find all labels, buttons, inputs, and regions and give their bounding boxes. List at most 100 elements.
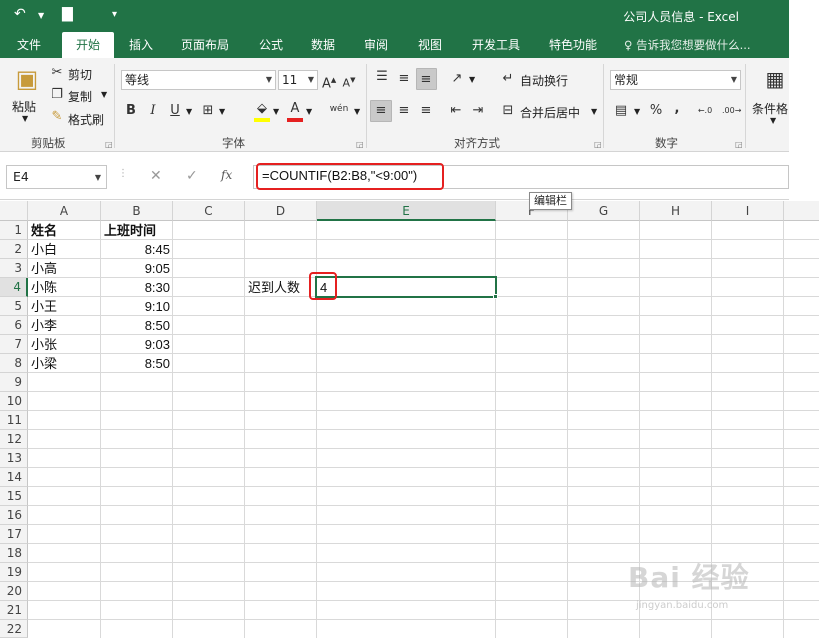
conditional-formatting-dropdown-icon[interactable]: ▼ [770, 116, 776, 125]
copy-dropdown-icon[interactable]: ▼ [101, 90, 107, 99]
fill-color-dropdown-icon[interactable]: ▼ [273, 107, 279, 116]
clipboard-launcher-icon[interactable]: ◲ [105, 140, 113, 149]
decrease-indent-icon[interactable]: ⇤ [448, 102, 464, 120]
cell-b5[interactable]: 9:10 [101, 297, 170, 316]
tab-formulas[interactable]: 公式 [250, 32, 292, 58]
column-header-b[interactable]: B [101, 201, 173, 221]
row-header-9[interactable]: 9 [0, 373, 28, 392]
formula-bar-splitter-icon[interactable]: ⋮ [118, 168, 128, 179]
cell-a5[interactable]: 小王 [31, 297, 57, 316]
grow-font-icon[interactable]: A▲ [322, 71, 336, 93]
orientation-icon[interactable]: ↗ [448, 70, 466, 88]
tab-data[interactable]: 数据 [302, 32, 344, 58]
cell-b4[interactable]: 8:30 [101, 278, 170, 297]
tab-special[interactable]: 特色功能 [540, 32, 606, 58]
orientation-dropdown-icon[interactable]: ▼ [469, 75, 475, 84]
font-color-dropdown-icon[interactable]: ▼ [306, 107, 312, 116]
currency-icon[interactable]: ▤ [612, 102, 630, 120]
increase-indent-icon[interactable]: ⇥ [470, 102, 486, 120]
undo-dropdown-icon[interactable]: ▼ [38, 11, 44, 20]
copy-button[interactable]: 复制 [68, 88, 92, 105]
save-icon[interactable]: ▇ [62, 6, 73, 22]
borders-icon[interactable]: ⊞ [200, 102, 216, 120]
merge-center-icon[interactable]: ⊟ [500, 102, 516, 120]
row-header-19[interactable]: 19 [0, 563, 28, 582]
paste-button[interactable]: 粘贴 [12, 98, 36, 115]
font-launcher-icon[interactable]: ◲ [356, 140, 364, 149]
row-header-21[interactable]: 21 [0, 601, 28, 620]
cell-a4[interactable]: 小陈 [31, 278, 57, 297]
tab-home[interactable]: 开始 [62, 32, 114, 58]
merge-center-button[interactable]: 合并后居中 [520, 104, 580, 121]
tab-review[interactable]: 审阅 [355, 32, 397, 58]
align-top-icon[interactable]: ☰ [374, 68, 390, 86]
cell-b7[interactable]: 9:03 [101, 335, 170, 354]
column-header-h[interactable]: H [640, 201, 712, 221]
row-header-2[interactable]: 2 [0, 240, 28, 259]
row-header-1[interactable]: 1 [0, 221, 28, 240]
currency-dropdown-icon[interactable]: ▼ [634, 107, 640, 116]
cell-a6[interactable]: 小李 [31, 316, 57, 335]
row-header-12[interactable]: 12 [0, 430, 28, 449]
underline-button[interactable]: U [168, 102, 182, 120]
row-header-17[interactable]: 17 [0, 525, 28, 544]
cell-b8[interactable]: 8:50 [101, 354, 170, 373]
row-header-7[interactable]: 7 [0, 335, 28, 354]
row-header-4[interactable]: 4 [0, 278, 28, 297]
tab-page-layout[interactable]: 页面布局 [172, 32, 238, 58]
align-center-icon[interactable]: ≡ [396, 102, 412, 120]
select-all-corner[interactable] [0, 201, 28, 221]
row-header-10[interactable]: 10 [0, 392, 28, 411]
row-header-8[interactable]: 8 [0, 354, 28, 373]
enter-icon[interactable]: ✓ [186, 168, 198, 184]
row-header-6[interactable]: 6 [0, 316, 28, 335]
font-size-select[interactable]: 11 ▼ [278, 70, 318, 90]
row-header-11[interactable]: 11 [0, 411, 28, 430]
tab-insert[interactable]: 插入 [120, 32, 162, 58]
undo-icon[interactable]: ↶ [14, 6, 26, 22]
cut-icon[interactable]: ✂ [48, 64, 66, 82]
format-painter-icon[interactable]: ✎ [48, 108, 66, 126]
row-header-18[interactable]: 18 [0, 544, 28, 563]
wrap-text-button[interactable]: 自动换行 [520, 72, 568, 89]
number-launcher-icon[interactable]: ◲ [735, 140, 743, 149]
decrease-decimal-icon[interactable]: .00→ [722, 102, 741, 120]
alignment-launcher-icon[interactable]: ◲ [594, 140, 602, 149]
cell-a3[interactable]: 小高 [31, 259, 57, 278]
column-header-e[interactable]: E [317, 201, 496, 221]
row-header-20[interactable]: 20 [0, 582, 28, 601]
column-header-d[interactable]: D [245, 201, 317, 221]
font-name-select[interactable]: 等线 ▼ [121, 70, 276, 90]
align-middle-icon[interactable]: ≡ [396, 70, 412, 88]
underline-dropdown-icon[interactable]: ▼ [186, 107, 192, 116]
number-format-select[interactable]: 常规 ▼ [610, 70, 741, 90]
comma-button[interactable]: , [672, 100, 682, 118]
conditional-formatting-icon[interactable]: ▦ [763, 66, 787, 92]
borders-dropdown-icon[interactable]: ▼ [219, 107, 225, 116]
cell-a8[interactable]: 小梁 [31, 354, 57, 373]
customize-toolbar-icon[interactable]: ▾ [112, 9, 117, 20]
increase-decimal-icon[interactable]: ←.0 [696, 102, 714, 120]
fill-color-icon[interactable]: ⬙ [254, 100, 270, 118]
percent-button[interactable]: % [648, 102, 664, 120]
tab-file[interactable]: 文件 [8, 32, 50, 58]
cell-a2[interactable]: 小白 [31, 240, 57, 259]
row-header-14[interactable]: 14 [0, 468, 28, 487]
paste-dropdown-icon[interactable]: ▼ [22, 114, 28, 123]
row-header-5[interactable]: 5 [0, 297, 28, 316]
conditional-formatting-button[interactable]: 条件格 [752, 100, 788, 117]
insert-function-button[interactable]: fx [221, 168, 232, 182]
cancel-icon[interactable]: ✕ [150, 168, 162, 184]
phonetic-icon[interactable]: wén [328, 100, 350, 118]
column-header-a[interactable]: A [28, 201, 101, 221]
fill-handle[interactable] [493, 294, 498, 299]
bold-button[interactable]: B [124, 102, 138, 120]
phonetic-dropdown-icon[interactable]: ▼ [354, 107, 360, 116]
merge-center-dropdown-icon[interactable]: ▼ [591, 107, 597, 116]
active-cell-e4[interactable] [315, 276, 497, 298]
tab-developer[interactable]: 开发工具 [463, 32, 529, 58]
font-color-icon[interactable]: A [287, 100, 303, 118]
cell-b1[interactable]: 上班时间 [104, 221, 156, 240]
tell-me-search[interactable]: ♀ 告诉我您想要做什么... [624, 32, 751, 58]
cell-b6[interactable]: 8:50 [101, 316, 170, 335]
